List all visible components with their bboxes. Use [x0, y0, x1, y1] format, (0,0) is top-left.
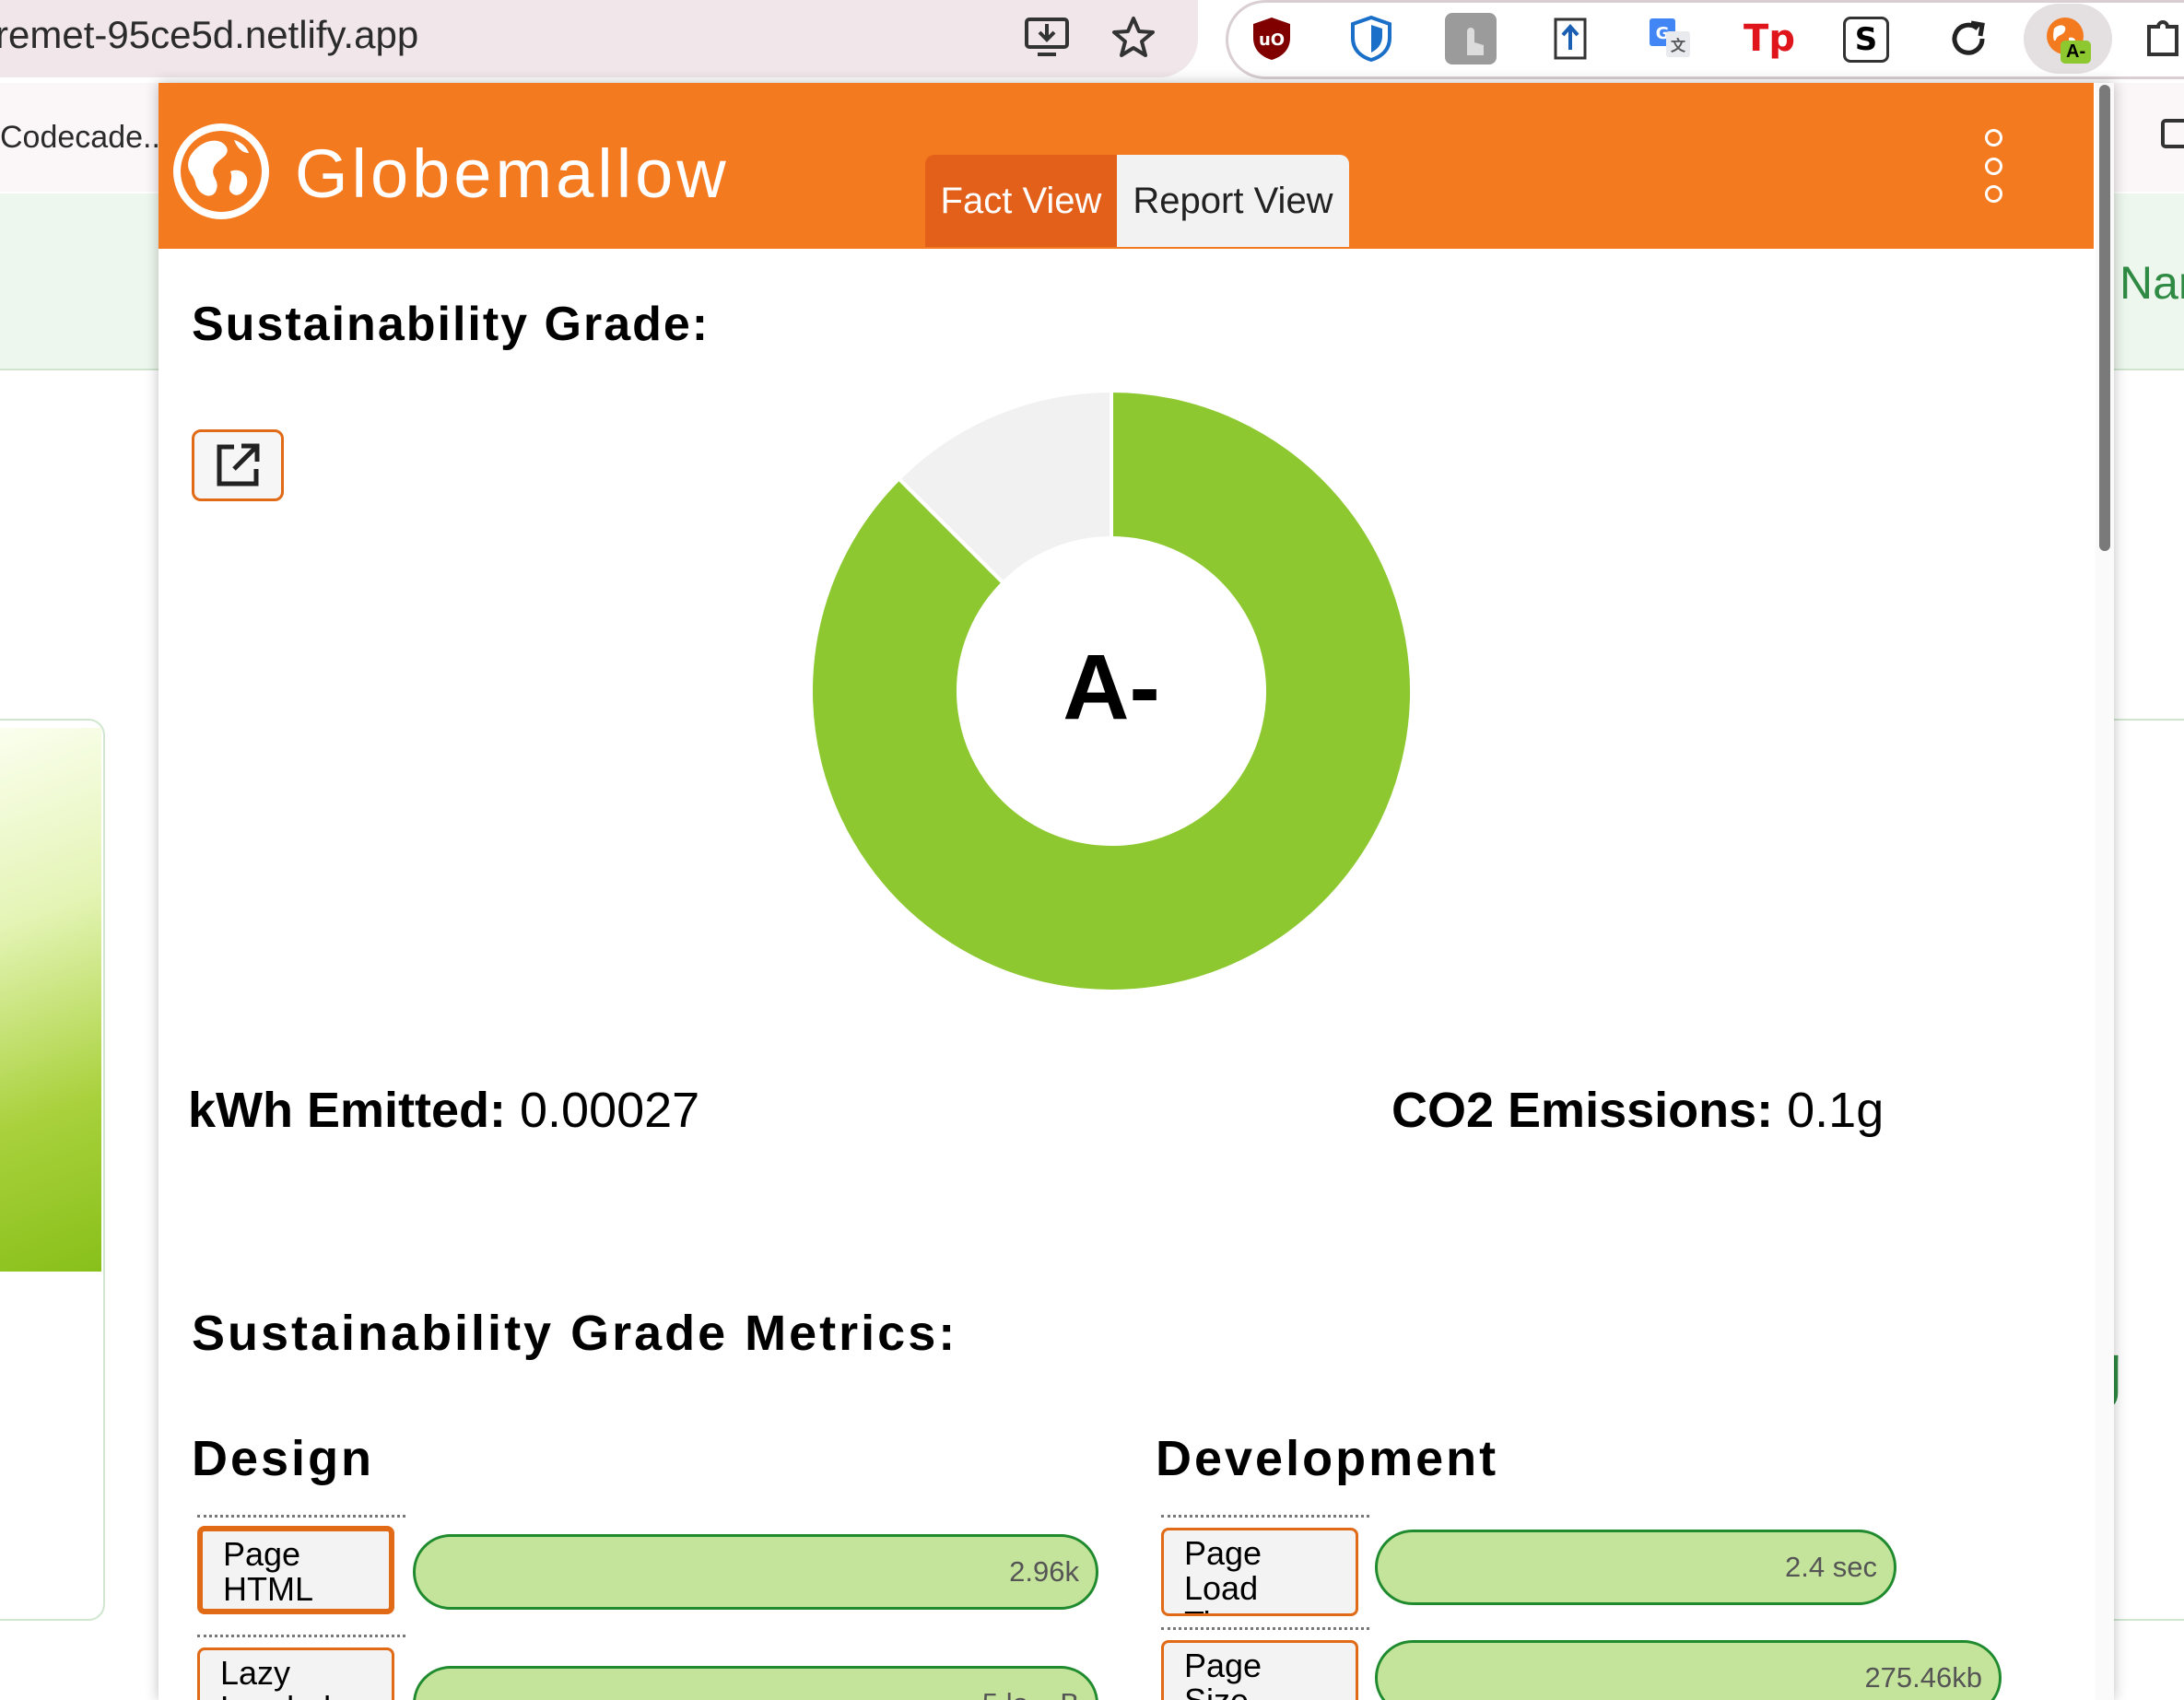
browser-toolbar: ntremet-95ce5d.netlify.app uO G文 Tp S A-: [0, 0, 2184, 81]
address-bar[interactable]: ntremet-95ce5d.netlify.app: [0, 0, 1198, 77]
divider: [197, 1635, 405, 1637]
install-app-icon[interactable]: [1021, 11, 1073, 63]
popup-scrollbar[interactable]: [2096, 83, 2114, 1700]
metric-bar-page-load-time: 2.4 sec: [1375, 1530, 1896, 1605]
background-nav-text: Nar: [2119, 257, 2184, 309]
grade-center-label: A-: [1063, 636, 1160, 739]
globemallow-extension-button[interactable]: A-: [2024, 4, 2112, 74]
kwh-label: kWh Emitted:: [188, 1083, 506, 1138]
metric-bar-page-html: 2.96k: [413, 1534, 1098, 1610]
metric-value-page-size: 275.46kb: [1864, 1661, 1982, 1694]
tp-extension-icon[interactable]: Tp: [1744, 13, 1795, 64]
reload-extension-icon[interactable]: [1943, 13, 1994, 64]
metric-bar-lazy-loaded: 5 lo... B: [413, 1666, 1098, 1700]
svg-text:文: 文: [1671, 37, 1686, 54]
metric-label-page-html[interactable]: Page HTML: [197, 1526, 394, 1614]
ublock-icon[interactable]: uO: [1246, 13, 1297, 64]
bitwarden-icon[interactable]: [1345, 13, 1397, 64]
upload-extension-icon[interactable]: [1544, 13, 1596, 64]
tab-fact-view[interactable]: Fact View: [925, 155, 1117, 247]
background-card-right: [2110, 719, 2184, 1621]
grade-title: Sustainability Grade:: [192, 298, 710, 351]
open-external-button[interactable]: [192, 429, 284, 501]
metric-value-lazy-loaded: 5 lo... B: [982, 1687, 1079, 1700]
bookmark-star-icon[interactable]: [1108, 11, 1159, 63]
kwh-value: 0.00027: [520, 1083, 700, 1138]
metrics-title: Sustainability Grade Metrics:: [192, 1306, 958, 1361]
kwh-emitted: kWh Emitted: 0.00027: [188, 1082, 699, 1139]
metric-label-lazy-loaded[interactable]: Lazy Loaded: [197, 1647, 394, 1700]
metric-label-page-load-time[interactable]: Page Load Time: [1161, 1528, 1358, 1616]
co2-value: 0.1g: [1787, 1083, 1885, 1138]
divider: [1161, 1515, 1369, 1518]
metric-label-page-size[interactable]: Page Size: [1161, 1640, 1358, 1700]
globe-logo-icon: [173, 123, 269, 219]
scrollbar-thumb[interactable]: [2099, 85, 2110, 551]
more-options-icon[interactable]: [1979, 129, 2007, 203]
divider: [197, 1515, 405, 1518]
extensions-puzzle-icon[interactable]: [2140, 13, 2184, 64]
development-title: Development: [1156, 1431, 1499, 1486]
globemallow-popup: Globemallow Fact View Report View Sustai…: [159, 83, 2114, 1700]
metric-value-page-html: 2.96k: [1009, 1555, 1079, 1588]
popup-header: Globemallow Fact View Report View: [159, 83, 2094, 249]
design-title: Design: [192, 1431, 375, 1486]
grade-badge: A-: [2061, 41, 2092, 64]
background-card-image: [0, 728, 101, 1272]
touch-extension-icon[interactable]: [1445, 13, 1497, 64]
google-translate-icon[interactable]: G文: [1644, 13, 1696, 64]
brand-name: Globemallow: [295, 135, 730, 212]
external-link-icon: [217, 443, 260, 487]
co2-label: CO2 Emissions:: [1391, 1083, 1774, 1138]
co2-emissions: CO2 Emissions: 0.1g: [1391, 1082, 1884, 1139]
view-tabs: Fact View Report View: [925, 155, 1349, 247]
bookmark-folder-icon[interactable]: [2160, 118, 2184, 154]
tab-report-view[interactable]: Report View: [1117, 155, 1349, 247]
grade-donut-chart: A-: [809, 389, 1414, 993]
metric-value-page-load-time: 2.4 sec: [1785, 1551, 1877, 1583]
metric-bar-page-size: 275.46kb: [1375, 1640, 2002, 1700]
divider: [1161, 1627, 1369, 1630]
svg-text:uO: uO: [1259, 30, 1285, 50]
s-extension-icon[interactable]: S: [1843, 17, 1889, 63]
bookmark-item[interactable]: Codecade...: [0, 120, 169, 156]
url-text[interactable]: ntremet-95ce5d.netlify.app: [0, 13, 418, 57]
